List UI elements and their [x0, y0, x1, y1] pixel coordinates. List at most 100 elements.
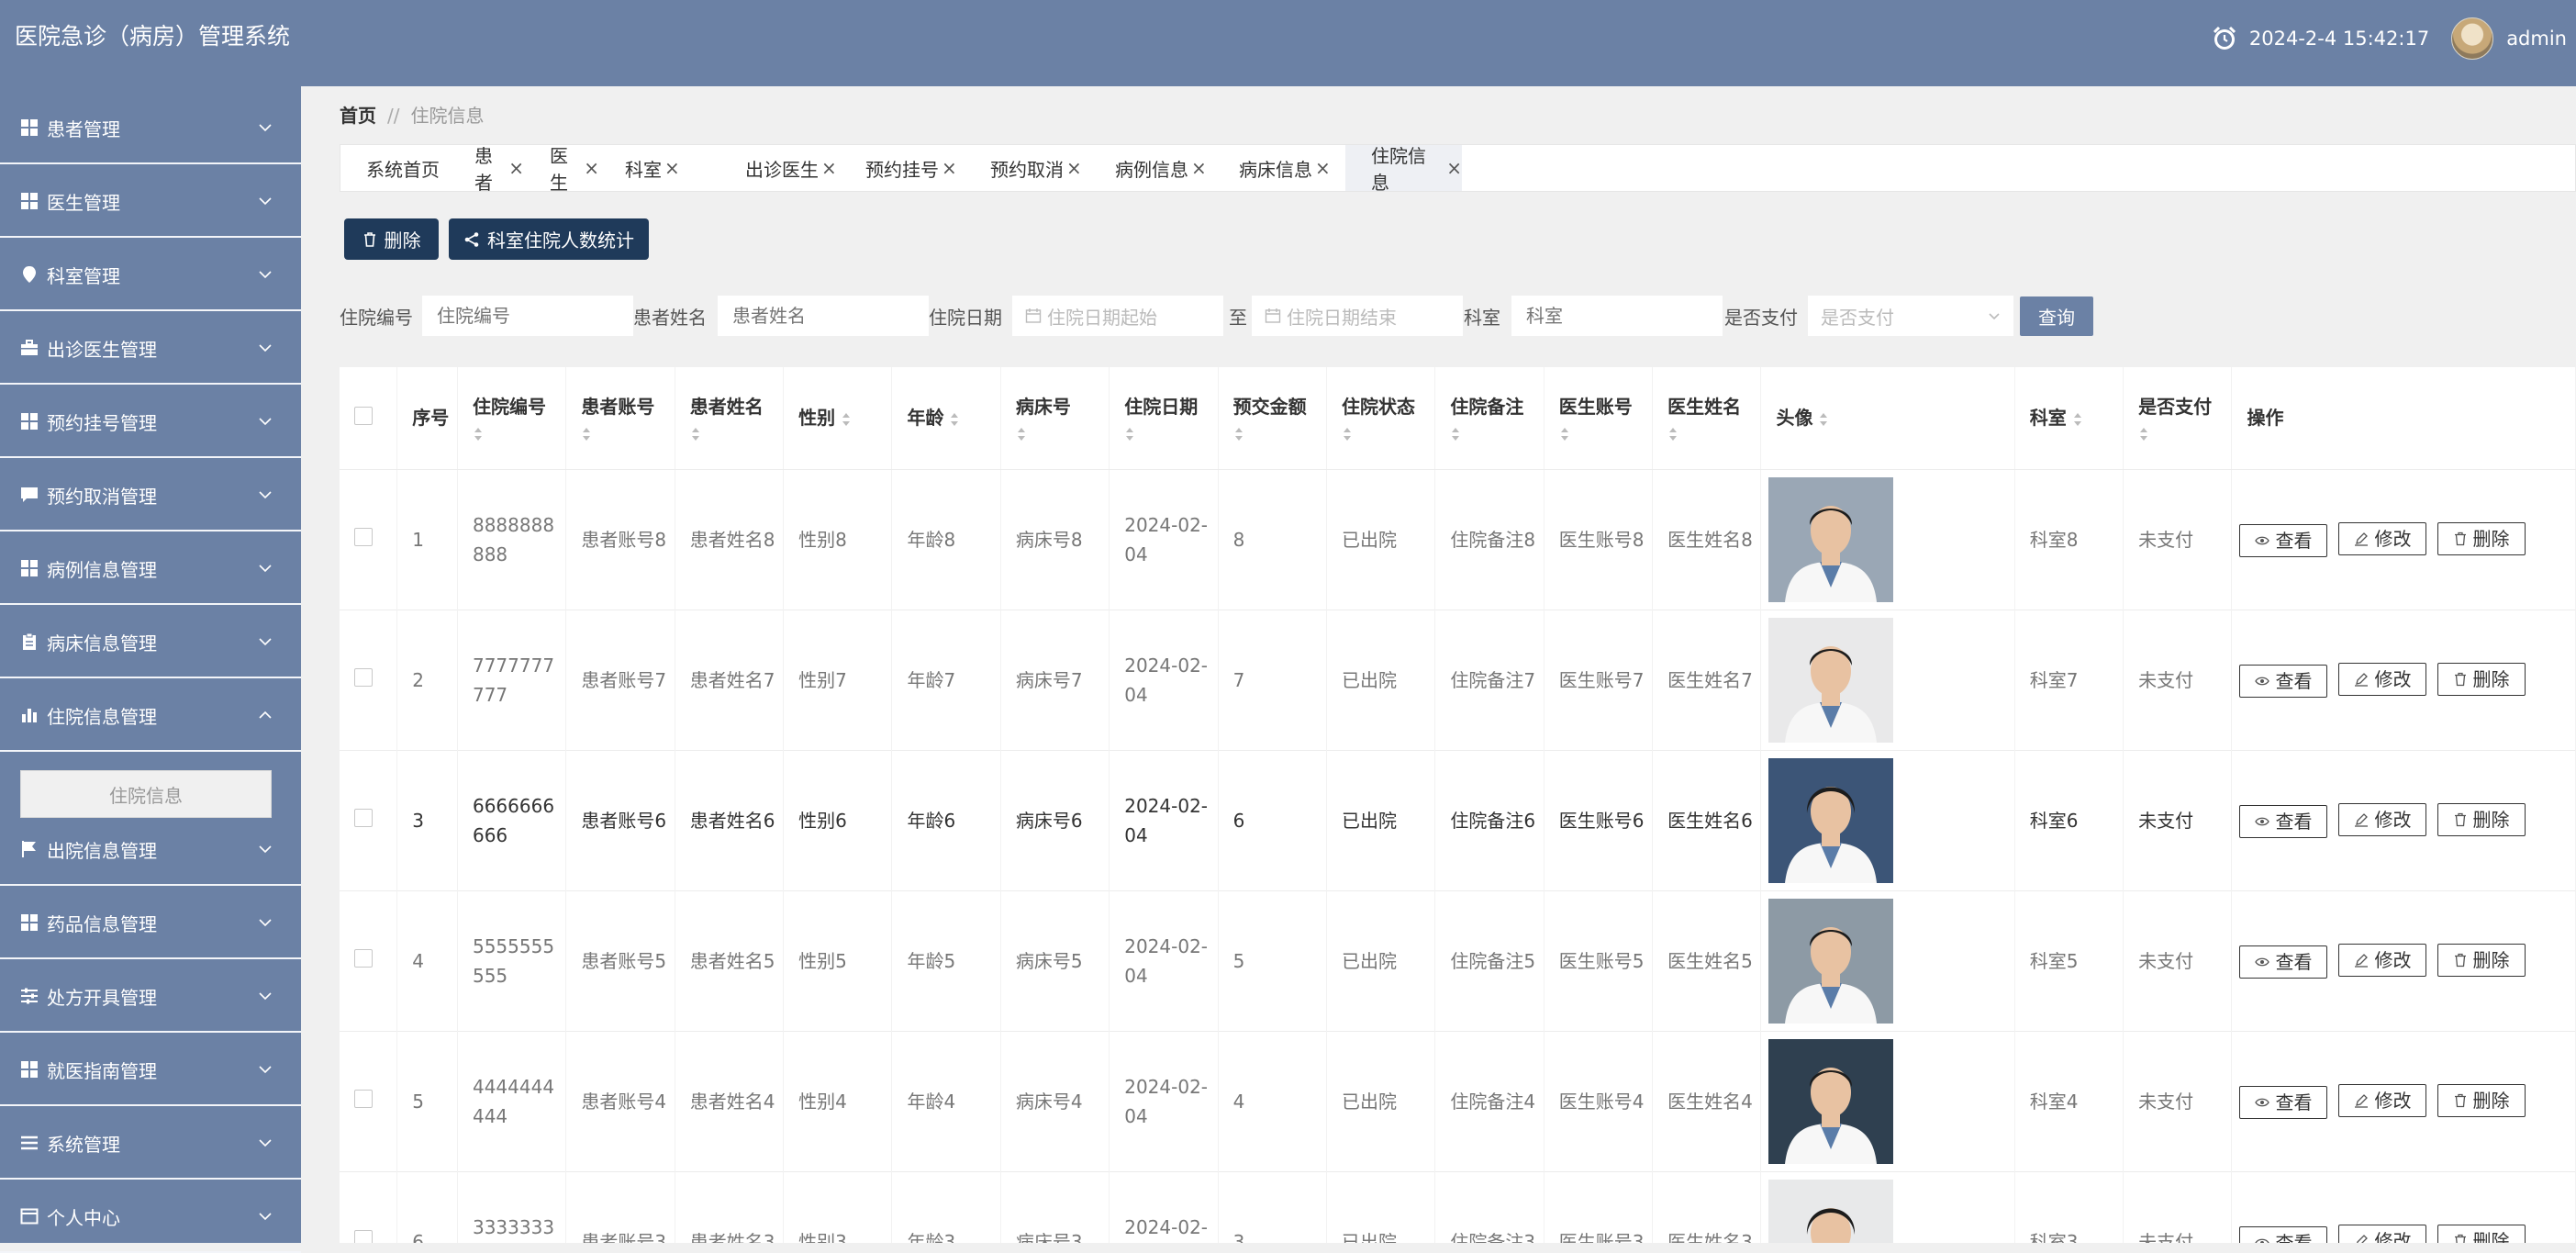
edit-button[interactable]: 修改 — [2338, 1224, 2427, 1243]
edit-button[interactable]: 修改 — [2338, 662, 2427, 696]
sidebar-item-4[interactable]: 预约挂号管理 — [0, 386, 301, 458]
sidebar-item-8[interactable]: 住院信息管理 — [0, 680, 301, 752]
delete-button[interactable]: 删除 — [2437, 802, 2526, 836]
tab-2[interactable]: 医生 × — [524, 145, 599, 194]
close-icon[interactable]: × — [664, 157, 680, 179]
sort-icon[interactable] — [581, 426, 592, 442]
sidebar-item-7[interactable]: 病床信息管理 — [0, 607, 301, 678]
close-icon[interactable]: × — [1191, 157, 1207, 179]
sort-icon[interactable] — [1450, 426, 1461, 442]
sort-icon[interactable] — [2072, 411, 2083, 428]
sidebar-item-13[interactable]: 系统管理 — [0, 1108, 301, 1180]
sidebar-item-3[interactable]: 出诊医生管理 — [0, 313, 301, 385]
row-checkbox[interactable] — [354, 527, 373, 546]
edit-button[interactable]: 修改 — [2338, 802, 2427, 836]
header-username[interactable]: admin — [2506, 28, 2567, 50]
sort-icon[interactable] — [690, 426, 701, 442]
delete-button[interactable]: 删除 — [2437, 662, 2526, 696]
search-no-input[interactable] — [422, 296, 633, 336]
view-button[interactable]: 查看 — [2239, 1225, 2328, 1243]
view-button[interactable]: 查看 — [2239, 664, 2328, 698]
column-header[interactable]: 患者姓名 — [675, 367, 785, 470]
sort-icon[interactable] — [1342, 426, 1353, 442]
sort-icon[interactable] — [1818, 411, 1829, 428]
sort-icon[interactable] — [1233, 426, 1244, 442]
sidebar-item-12[interactable]: 就医指南管理 — [0, 1035, 301, 1106]
delete-button[interactable]: 删除 — [2437, 943, 2526, 977]
row-checkbox[interactable] — [354, 667, 373, 687]
dept-stats-button[interactable]: 科室住院人数统计 — [449, 218, 649, 260]
tab-9[interactable]: 住院信息 × — [1345, 145, 1462, 194]
row-checkbox[interactable] — [354, 1229, 373, 1243]
search-date-start[interactable]: 住院日期起始 — [1012, 296, 1223, 336]
view-button[interactable]: 查看 — [2239, 804, 2328, 838]
tab-7[interactable]: 病例信息 × — [1089, 145, 1213, 191]
close-icon[interactable]: × — [942, 157, 957, 179]
column-header[interactable]: 医生账号 — [1544, 367, 1654, 470]
tab-6[interactable]: 预约取消 × — [965, 145, 1089, 191]
column-header[interactable]: 预交金额 — [1218, 367, 1327, 470]
column-header[interactable]: 住院备注 — [1434, 367, 1544, 470]
column-header[interactable]: 病床号 — [1000, 367, 1110, 470]
breadcrumb-home[interactable]: 首页 — [340, 105, 376, 127]
sort-icon[interactable] — [2138, 426, 2149, 442]
tab-0[interactable]: 系统首页 — [340, 145, 449, 191]
query-button[interactable]: 查询 — [2020, 296, 2093, 336]
sidebar-item-10[interactable]: 药品信息管理 — [0, 888, 301, 959]
close-icon[interactable]: × — [584, 157, 599, 179]
row-checkbox[interactable] — [354, 1089, 373, 1108]
row-checkbox[interactable] — [354, 808, 373, 827]
column-header[interactable]: 年龄 — [891, 367, 1001, 470]
sidebar-item-14[interactable]: 个人中心 — [0, 1181, 301, 1253]
search-paid-select[interactable]: 是否支付 — [1808, 296, 2013, 336]
close-icon[interactable]: × — [1446, 157, 1462, 179]
sort-icon[interactable] — [1667, 426, 1678, 442]
row-checkbox[interactable] — [354, 948, 373, 968]
sidebar-item-2[interactable]: 科室管理 — [0, 240, 301, 311]
sidebar-item-9[interactable]: 出院信息管理 — [0, 814, 301, 886]
column-header[interactable]: 头像 — [1760, 367, 2015, 470]
edit-button[interactable]: 修改 — [2338, 521, 2427, 555]
close-icon[interactable]: × — [821, 157, 837, 179]
edit-button[interactable]: 修改 — [2338, 1083, 2427, 1117]
column-header[interactable]: 科室 — [2014, 367, 2124, 470]
column-header[interactable]: 住院状态 — [1326, 367, 1436, 470]
tab-8[interactable]: 病床信息 × — [1213, 145, 1345, 191]
tab-3[interactable]: 科室 × — [599, 145, 719, 191]
column-header[interactable]: 医生姓名 — [1652, 367, 1762, 470]
search-date-end[interactable]: 住院日期结束 — [1252, 296, 1463, 336]
sort-icon[interactable] — [841, 411, 852, 428]
sidebar-item-6[interactable]: 病例信息管理 — [0, 533, 301, 605]
edit-button[interactable]: 修改 — [2338, 943, 2427, 977]
column-header[interactable]: 住院日期 — [1109, 367, 1219, 470]
column-header[interactable]: 是否支付 — [2123, 367, 2233, 470]
tab-4[interactable]: 出诊医生 × — [719, 145, 840, 191]
delete-button[interactable]: 删除 — [2437, 521, 2526, 555]
sort-icon[interactable] — [1559, 426, 1570, 442]
sidebar-subitem-active[interactable]: 住院信息 — [20, 770, 272, 818]
sort-icon[interactable] — [949, 411, 960, 428]
view-button[interactable]: 查看 — [2239, 945, 2328, 979]
sort-icon[interactable] — [1016, 426, 1027, 442]
close-icon[interactable]: × — [1315, 157, 1331, 179]
delete-button[interactable]: 删除 — [2437, 1224, 2526, 1243]
sidebar-item-0[interactable]: 患者管理 — [0, 93, 301, 164]
delete-button[interactable]: 删除 — [2437, 1083, 2526, 1117]
tab-1[interactable]: 患者 × — [449, 145, 524, 194]
column-header[interactable]: 患者账号 — [565, 367, 675, 470]
tab-5[interactable]: 预约挂号 × — [840, 145, 965, 191]
sort-icon[interactable] — [473, 426, 484, 442]
column-header[interactable]: 序号 — [396, 367, 458, 470]
user-avatar[interactable] — [2451, 17, 2494, 60]
batch-delete-button[interactable]: 删除 — [344, 218, 439, 260]
search-name-input[interactable] — [718, 296, 929, 336]
close-icon[interactable]: × — [1066, 157, 1082, 179]
sidebar-item-5[interactable]: 预约取消管理 — [0, 460, 301, 531]
select-all-checkbox[interactable] — [354, 406, 373, 425]
view-button[interactable]: 查看 — [2239, 1085, 2328, 1119]
sidebar-item-1[interactable]: 医生管理 — [0, 166, 301, 238]
column-header[interactable]: 性别 — [783, 367, 893, 470]
sort-icon[interactable] — [1124, 426, 1135, 442]
sidebar-item-11[interactable]: 处方开具管理 — [0, 961, 301, 1033]
view-button[interactable]: 查看 — [2239, 523, 2328, 557]
